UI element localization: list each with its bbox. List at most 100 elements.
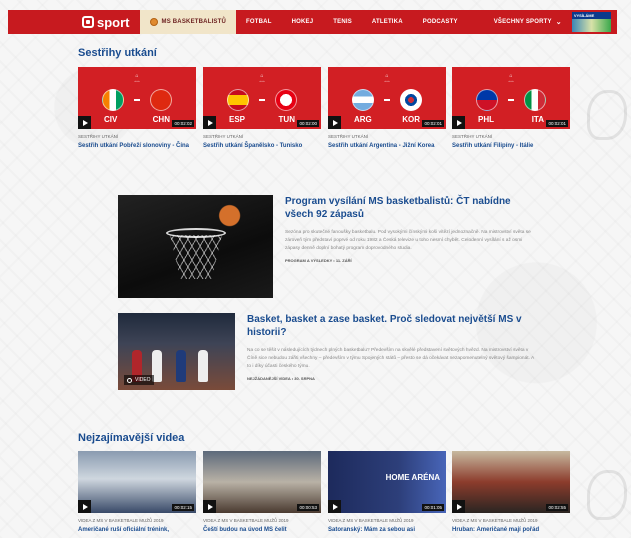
versus-dash <box>134 99 140 101</box>
article-perex: Na co se těšit v následujících týdnech p… <box>247 348 534 369</box>
logo-text: sport <box>97 14 130 30</box>
dragon-decoration <box>587 470 627 520</box>
ct-sport-logo[interactable]: sport <box>8 10 140 34</box>
nav-hokej[interactable]: HOKEJ <box>282 10 324 34</box>
nav-ms-basketbalistu[interactable]: MS BASKETBALISTŮ <box>139 10 237 34</box>
nav-atletika[interactable]: ATLETIKA <box>362 10 413 34</box>
nav-label: TENIS <box>333 19 352 25</box>
article-basket[interactable]: VIDEO Basket, basket a zase basket. Proč… <box>118 313 538 390</box>
live-preview-image <box>571 19 611 32</box>
article-title-link[interactable]: Basket, basket a zase basket. Proč sledo… <box>247 313 535 339</box>
play-icon[interactable] <box>452 116 465 129</box>
team-code-left: ARG <box>354 115 372 124</box>
flag-icon <box>102 89 124 111</box>
video-card[interactable]: 00:02:15 VIDEA Z MS V BASKETBALE MUŽŮ 20… <box>78 451 196 534</box>
article-image[interactable]: VIDEO <box>118 313 235 390</box>
chevron-down-icon: ⌄ <box>555 19 562 26</box>
card-title-link[interactable]: Sestřih utkání Pobřeží slonoviny - Čína <box>78 142 196 150</box>
play-icon[interactable] <box>203 116 216 129</box>
basket-net <box>170 235 222 279</box>
article-meta: NEJŽÁDANĚJŠÍ VIDEA • 30. SRPNA <box>247 376 315 381</box>
team-code-right: TUN <box>278 115 295 124</box>
card-title-link[interactable]: Sestřih utkání Španělsko - Tunisko <box>203 142 321 150</box>
video-thumbnail[interactable]: 00:02:15 <box>78 451 196 513</box>
video-thumbnail[interactable]: ⌂ ◦◦◦ ESP TUN 00:02:00 <box>203 67 321 129</box>
play-icon[interactable] <box>78 500 91 513</box>
team-code-left: PHL <box>478 115 494 124</box>
fiba-logo-icon: ⌂ ◦◦◦ <box>259 73 265 85</box>
video-thumbnail[interactable]: ⌂ ◦◦◦ ARG KOR 00:02:01 <box>328 67 446 129</box>
nav-label: VŠECHNY SPORTY <box>493 19 552 25</box>
video-thumbnail[interactable]: ⌂ ◦◦◦ CIV CHN 00:02:02 <box>78 67 196 129</box>
card-title-link[interactable]: Sestřih utkání Argentina - Jižní Korea <box>328 142 446 150</box>
play-icon[interactable] <box>203 500 216 513</box>
highlight-card[interactable]: ⌂ ◦◦◦ ESP TUN 00:02:00 SESTŘIHY UTKÁNÍ Se… <box>203 67 321 150</box>
highlight-card[interactable]: ⌂ ◦◦◦ CIV CHN 00:02:02 SESTŘIHY UTKÁNÍ Se… <box>78 67 196 150</box>
highlights-title: Sestřihy utkání <box>78 47 157 59</box>
play-icon[interactable] <box>78 116 91 129</box>
article-meta: PROGRAM A VÝSLEDKY • 11. ZÁŘÍ <box>285 258 352 263</box>
nav-label: MS BASKETBALISTŮ <box>161 19 227 25</box>
article-program[interactable]: Program vysílání MS basketbalistů: ČT na… <box>118 195 538 298</box>
fiba-logo-icon: ⌂ ◦◦◦ <box>384 73 390 85</box>
article-image[interactable] <box>118 195 273 298</box>
play-icon[interactable] <box>328 116 341 129</box>
video-duration: 00:02:55 <box>546 504 568 511</box>
flag-icon <box>275 89 297 111</box>
player-figure <box>176 350 186 382</box>
player-figure <box>198 350 208 382</box>
team-code-right: CHN <box>152 115 170 124</box>
fiba-logo-icon: ⌂ ◦◦◦ <box>508 73 514 85</box>
card-title-link[interactable]: Čeští budou na úvod MS čelit <box>203 526 321 534</box>
nav-vsechny-sporty[interactable]: VŠECHNY SPORTY ⌄ <box>468 10 572 34</box>
top-navigation: sport MS BASKETBALISTŮ FOTBAL HOKEJ TENI… <box>8 10 617 34</box>
live-broadcast-thumbnail[interactable]: VYSÍLÁME <box>571 12 611 32</box>
basketball-icon <box>149 18 158 26</box>
nav-podcasty[interactable]: PODCASTY <box>413 10 468 34</box>
video-duration: 00:01:05 <box>422 504 444 511</box>
versus-dash <box>259 99 265 101</box>
fiba-logo-icon: ⌂ ◦◦◦ <box>134 73 140 85</box>
video-card[interactable]: 00:00:53 VIDEA Z MS V BASKETBALE MUŽŮ 20… <box>203 451 321 534</box>
nav-label: FOTBAL <box>246 19 272 25</box>
card-category: VIDEA Z MS V BASKETBALE MUŽŮ 2019 <box>452 518 538 523</box>
video-duration: 00:02:01 <box>546 120 568 127</box>
video-thumbnail[interactable]: HOME ARÉNA 00:01:05 <box>328 451 446 513</box>
play-icon[interactable] <box>328 500 341 513</box>
flag-icon <box>400 89 422 111</box>
ct-logo-icon <box>82 16 94 28</box>
team-code-left: CIV <box>104 115 118 124</box>
card-title-link[interactable]: Satoranský: Mám za sebou asi <box>328 526 446 534</box>
highlight-card[interactable]: ⌂ ◦◦◦ PHL ITA 00:02:01 SESTŘIHY UTKÁNÍ Se… <box>452 67 570 150</box>
nav-tenis[interactable]: TENIS <box>323 10 362 34</box>
video-duration: 00:02:00 <box>297 120 319 127</box>
flag-icon <box>524 89 546 111</box>
card-title-link[interactable]: Hruban: Američané mají pořád <box>452 526 570 534</box>
video-card[interactable]: HOME ARÉNA 00:01:05 VIDEA Z MS V BASKETB… <box>328 451 446 534</box>
article-title-link[interactable]: Program vysílání MS basketbalistů: ČT na… <box>285 195 535 221</box>
video-duration: 00:02:02 <box>172 120 194 127</box>
play-icon[interactable] <box>452 500 465 513</box>
card-category: SESTŘIHY UTKÁNÍ <box>78 134 119 139</box>
video-card[interactable]: 00:02:55 VIDEA Z MS V BASKETBALE MUŽŮ 20… <box>452 451 570 534</box>
article-perex: Sezóna pro skutečné fanoušky basketbalu.… <box>285 230 531 251</box>
video-duration: 00:02:15 <box>172 504 194 511</box>
nav-label: PODCASTY <box>422 19 458 25</box>
card-category: VIDEA Z MS V BASKETBALE MUŽŮ 2019 <box>328 518 414 523</box>
nav-fotbal[interactable]: FOTBAL <box>236 10 282 34</box>
highlight-card[interactable]: ⌂ ◦◦◦ ARG KOR 00:02:01 SESTŘIHY UTKÁNÍ Se… <box>328 67 446 150</box>
team-code-left: ESP <box>229 115 246 124</box>
card-title-link[interactable]: Američané ruší oficiální trénink, <box>78 526 196 534</box>
video-thumbnail[interactable]: 00:02:55 <box>452 451 570 513</box>
video-badge: VIDEO <box>124 375 154 385</box>
team-code-right: KOR <box>402 115 420 124</box>
card-category: VIDEA Z MS V BASKETBALE MUŽŮ 2019 <box>203 518 289 523</box>
flag-icon <box>352 89 374 111</box>
card-title-link[interactable]: Sestřih utkání Filipíny - Itálie <box>452 142 570 150</box>
video-duration: 00:00:53 <box>297 504 319 511</box>
video-thumbnail[interactable]: 00:00:53 <box>203 451 321 513</box>
article-text: Basket, basket a zase basket. Proč sledo… <box>235 313 535 390</box>
video-thumbnail[interactable]: ⌂ ◦◦◦ PHL ITA 00:02:01 <box>452 67 570 129</box>
flag-icon <box>150 89 172 111</box>
camera-icon <box>127 377 132 383</box>
